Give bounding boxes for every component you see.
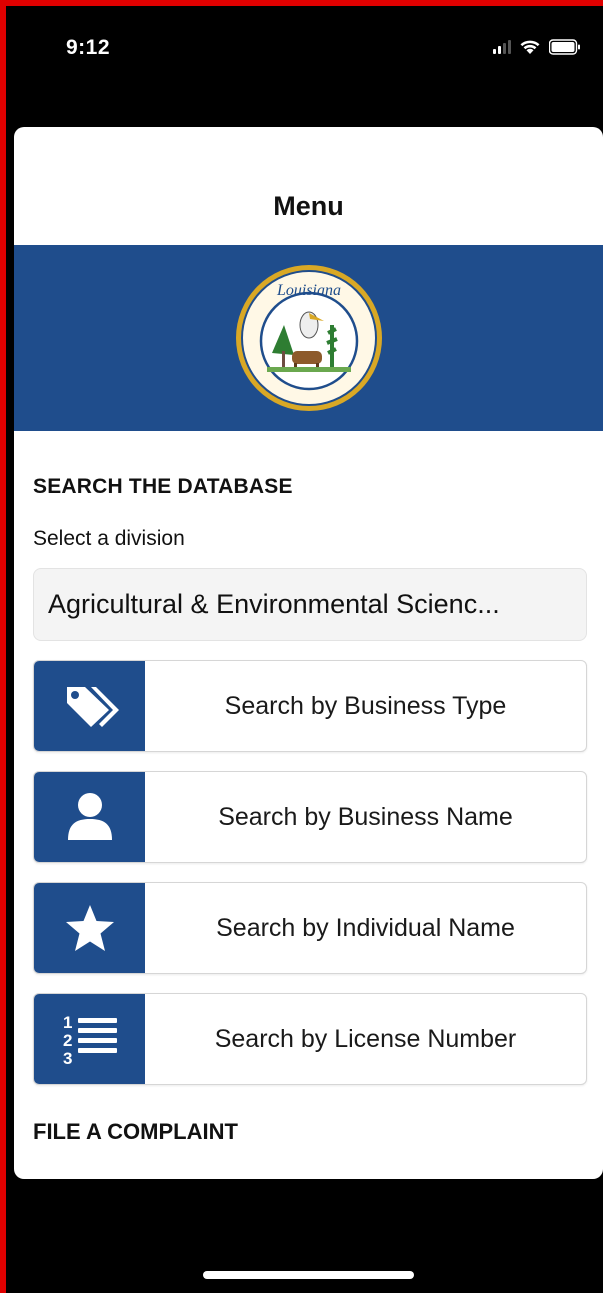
user-icon <box>34 772 145 862</box>
wifi-icon <box>520 40 540 54</box>
department-seal-logo: Louisiana <box>235 265 382 411</box>
agency-banner: Louisiana <box>14 245 603 431</box>
status-icons <box>493 39 581 55</box>
svg-text:2: 2 <box>63 1031 72 1050</box>
status-time: 9:12 <box>66 36 111 59</box>
menu-content: SEARCH THE DATABASE Select a division Ag… <box>14 475 603 1145</box>
sheet-header: Menu <box>14 127 603 245</box>
battery-icon <box>549 39 580 55</box>
page-title: Menu <box>273 190 344 221</box>
search-by-individual-name-button[interactable]: Search by Individual Name <box>33 882 587 974</box>
star-icon <box>34 883 145 973</box>
numbered-list-icon: 1 2 3 <box>34 994 145 1084</box>
menu-sheet: Menu Louisiana SEARCH THE DATABASE Selec… <box>14 127 603 1179</box>
search-section-heading: SEARCH THE DATABASE <box>33 475 293 498</box>
button-label: Search by Business Name <box>218 802 513 831</box>
division-select-label: Select a division <box>33 527 185 550</box>
file-complaint-heading[interactable]: FILE A COMPLAINT <box>33 1119 591 1145</box>
button-label: Search by Individual Name <box>216 913 515 942</box>
search-by-business-name-button[interactable]: Search by Business Name <box>33 771 587 863</box>
device-frame: 9:12 Menu Louisiana SEARCH THE DATABASE … <box>0 0 603 1293</box>
button-label: Search by Business Type <box>224 691 507 720</box>
search-by-license-number-button[interactable]: 1 2 3 Search by License Number <box>33 993 587 1085</box>
svg-text:Louisiana: Louisiana <box>275 282 340 299</box>
search-by-business-type-button[interactable]: Search by Business Type <box>33 660 587 752</box>
home-indicator[interactable] <box>203 1271 414 1279</box>
svg-text:3: 3 <box>63 1049 72 1067</box>
button-label: Search by License Number <box>214 1024 517 1053</box>
svg-text:1: 1 <box>63 1013 72 1032</box>
signal-icon <box>493 40 511 54</box>
tags-icon <box>34 661 145 751</box>
division-select[interactable]: Agricultural & Environmental Scienc... <box>33 568 587 641</box>
status-bar: 9:12 <box>6 6 603 96</box>
